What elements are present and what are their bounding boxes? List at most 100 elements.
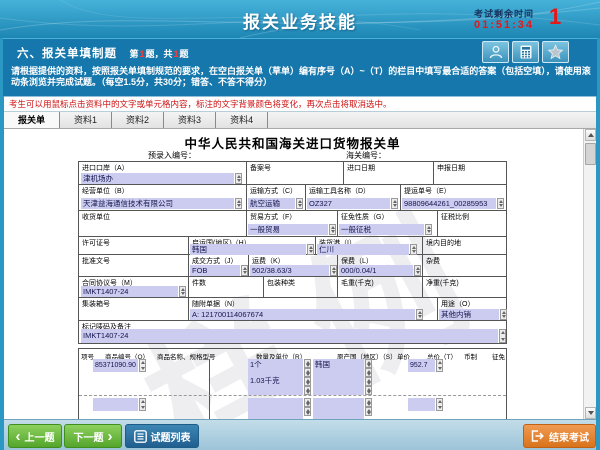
- spinner-down-icon: [427, 230, 431, 233]
- vertical-scrollbar[interactable]: [583, 129, 596, 419]
- spinner-down-icon: [438, 406, 442, 409]
- spinner-up-icon: [332, 267, 336, 270]
- input-contract-no[interactable]: IMKT1407-24: [81, 286, 178, 297]
- input-goods-code-2[interactable]: [93, 398, 138, 411]
- input-goods-origin[interactable]: 韩国: [313, 359, 364, 395]
- spinner-vehicle-name[interactable]: [391, 198, 398, 209]
- table-row: 许可证号 启运国(地区)（H） 韩国 装货港（I） 仁川 境内目的地: [79, 237, 506, 255]
- spinner-attached-docs[interactable]: [416, 309, 423, 320]
- spinner-goods-origin[interactable]: [365, 359, 372, 395]
- calculator-button[interactable]: [512, 41, 539, 63]
- question-list-button[interactable]: 试题列表: [125, 424, 199, 448]
- spinner[interactable]: [365, 377, 372, 386]
- input-transport-mode[interactable]: 航空运输: [248, 198, 295, 209]
- input-levy-nature[interactable]: 一般征税: [339, 224, 424, 235]
- spinner-levy-nature[interactable]: [425, 224, 432, 235]
- tab-material-1[interactable]: 资料1: [60, 112, 112, 128]
- input-vehicle-name[interactable]: OZ327: [307, 198, 390, 209]
- spinner-goods-code-2[interactable]: [139, 398, 146, 411]
- input-goods-origin-2[interactable]: [313, 398, 364, 419]
- spinner-deal-mode[interactable]: [241, 265, 248, 276]
- goods-column-divider: [209, 359, 210, 419]
- spinner-goods-total-2[interactable]: [436, 398, 443, 411]
- input-deal-mode[interactable]: FOB: [190, 265, 240, 276]
- spinner[interactable]: [365, 386, 372, 395]
- spinner-port-of-entry[interactable]: [235, 173, 242, 184]
- end-exam-button[interactable]: 结束考试: [523, 424, 596, 448]
- field-label: 提运单号（E）: [404, 186, 451, 196]
- input-departure-country[interactable]: 韩国: [190, 244, 306, 255]
- input-operator[interactable]: 天津益海通信技术有限公司: [81, 198, 234, 209]
- spinner-operator[interactable]: [235, 198, 242, 209]
- tab-declaration-form[interactable]: 报关单: [4, 112, 60, 128]
- field-label: 申报日期: [437, 163, 465, 173]
- field-label: 用途（O）: [441, 299, 474, 309]
- spinner-trade-mode[interactable]: [329, 224, 336, 235]
- next-question-button[interactable]: 下一题›: [64, 424, 122, 448]
- field-consignee: 收货单位: [79, 211, 246, 236]
- input-loading-port[interactable]: 仁川: [317, 244, 409, 255]
- spinner[interactable]: [365, 359, 372, 368]
- spinner[interactable]: [365, 398, 372, 407]
- spinner-transport-mode[interactable]: [296, 198, 303, 209]
- spinner-up-icon: [237, 175, 241, 178]
- input-freight[interactable]: 502/38.63/3: [250, 265, 329, 276]
- tab-material-2[interactable]: 资料2: [112, 112, 164, 128]
- spinner-insurance[interactable]: [414, 265, 421, 276]
- spinner-usage[interactable]: [500, 309, 507, 320]
- spinner[interactable]: [304, 407, 311, 416]
- tab-material-3[interactable]: 资料3: [164, 112, 216, 128]
- input-goods-code[interactable]: 85371090.90: [93, 359, 138, 372]
- spinner-freight[interactable]: [330, 265, 337, 276]
- spinner-goods-total[interactable]: [436, 359, 443, 372]
- spinner-up-icon: [141, 361, 145, 364]
- spinner[interactable]: [304, 368, 311, 377]
- progress-text: 题，共: [145, 49, 172, 59]
- spinner-marks-notes[interactable]: [499, 329, 506, 343]
- scroll-down-button[interactable]: [585, 407, 596, 419]
- field-label: 批准文号: [82, 256, 110, 266]
- spinner-down-icon: [298, 204, 302, 207]
- spinner[interactable]: [304, 386, 311, 395]
- input-goods-qty[interactable]: 1个 1.03千克: [248, 359, 303, 395]
- input-goods-total-2[interactable]: [408, 398, 435, 411]
- input-marks-notes[interactable]: IMKT1407-24: [81, 329, 498, 343]
- scroll-up-button[interactable]: [585, 129, 596, 141]
- spinner[interactable]: [304, 359, 311, 368]
- input-goods-total[interactable]: 952.7: [408, 359, 435, 372]
- spinner-loading-port[interactable]: [410, 244, 417, 255]
- spinner-down-icon: [412, 250, 416, 253]
- spinner[interactable]: [365, 368, 372, 377]
- favorite-button[interactable]: [542, 41, 569, 63]
- spinner-up-icon: [416, 267, 420, 270]
- spinner-contract-no[interactable]: [179, 286, 186, 297]
- question-panel: 六、报关单填制题 第1题，共1题 请根据提供的资料，按照报关单填制规范的要求，在…: [3, 38, 597, 96]
- spinner-goods-qty-2[interactable]: [304, 398, 311, 416]
- next-question-label: 下一题: [74, 429, 104, 444]
- spinner-goods-origin-2[interactable]: [365, 398, 372, 416]
- prev-question-button[interactable]: ‹上一题: [8, 424, 62, 448]
- spinner-bill-no[interactable]: [497, 198, 504, 209]
- input-bill-no[interactable]: 98809644261_00285953: [402, 198, 496, 209]
- user-button[interactable]: [482, 41, 509, 63]
- input-insurance[interactable]: 000/0.04/1: [339, 265, 413, 276]
- spinner-up-icon: [438, 400, 442, 403]
- table-row: 合同协议号（M） IMKT1407-24 件数 包装种类 毛重(千克) 净重(千…: [79, 277, 506, 298]
- spinner[interactable]: [304, 398, 311, 407]
- spinner[interactable]: [365, 407, 372, 416]
- tab-material-4[interactable]: 资料4: [216, 112, 268, 128]
- calculator-icon: [518, 44, 534, 60]
- spinner-goods-qty[interactable]: [304, 359, 311, 395]
- spinner-departure-country[interactable]: [307, 244, 314, 255]
- input-goods-qty-2[interactable]: [248, 398, 303, 419]
- input-trade-mode[interactable]: 一般贸易: [248, 224, 328, 235]
- scrollbar-thumb[interactable]: [585, 143, 596, 165]
- input-attached-docs[interactable]: A: 121700114067674: [190, 309, 415, 320]
- input-usage[interactable]: 其他内销: [439, 309, 499, 320]
- spinner[interactable]: [304, 377, 311, 386]
- spinner-goods-code[interactable]: [139, 359, 146, 372]
- spinner-down-icon: [141, 406, 145, 409]
- field-label: 进口口岸（A）: [82, 163, 129, 173]
- input-port-of-entry[interactable]: 津机场办: [81, 173, 234, 184]
- field-pack-type: 包装种类: [263, 277, 337, 297]
